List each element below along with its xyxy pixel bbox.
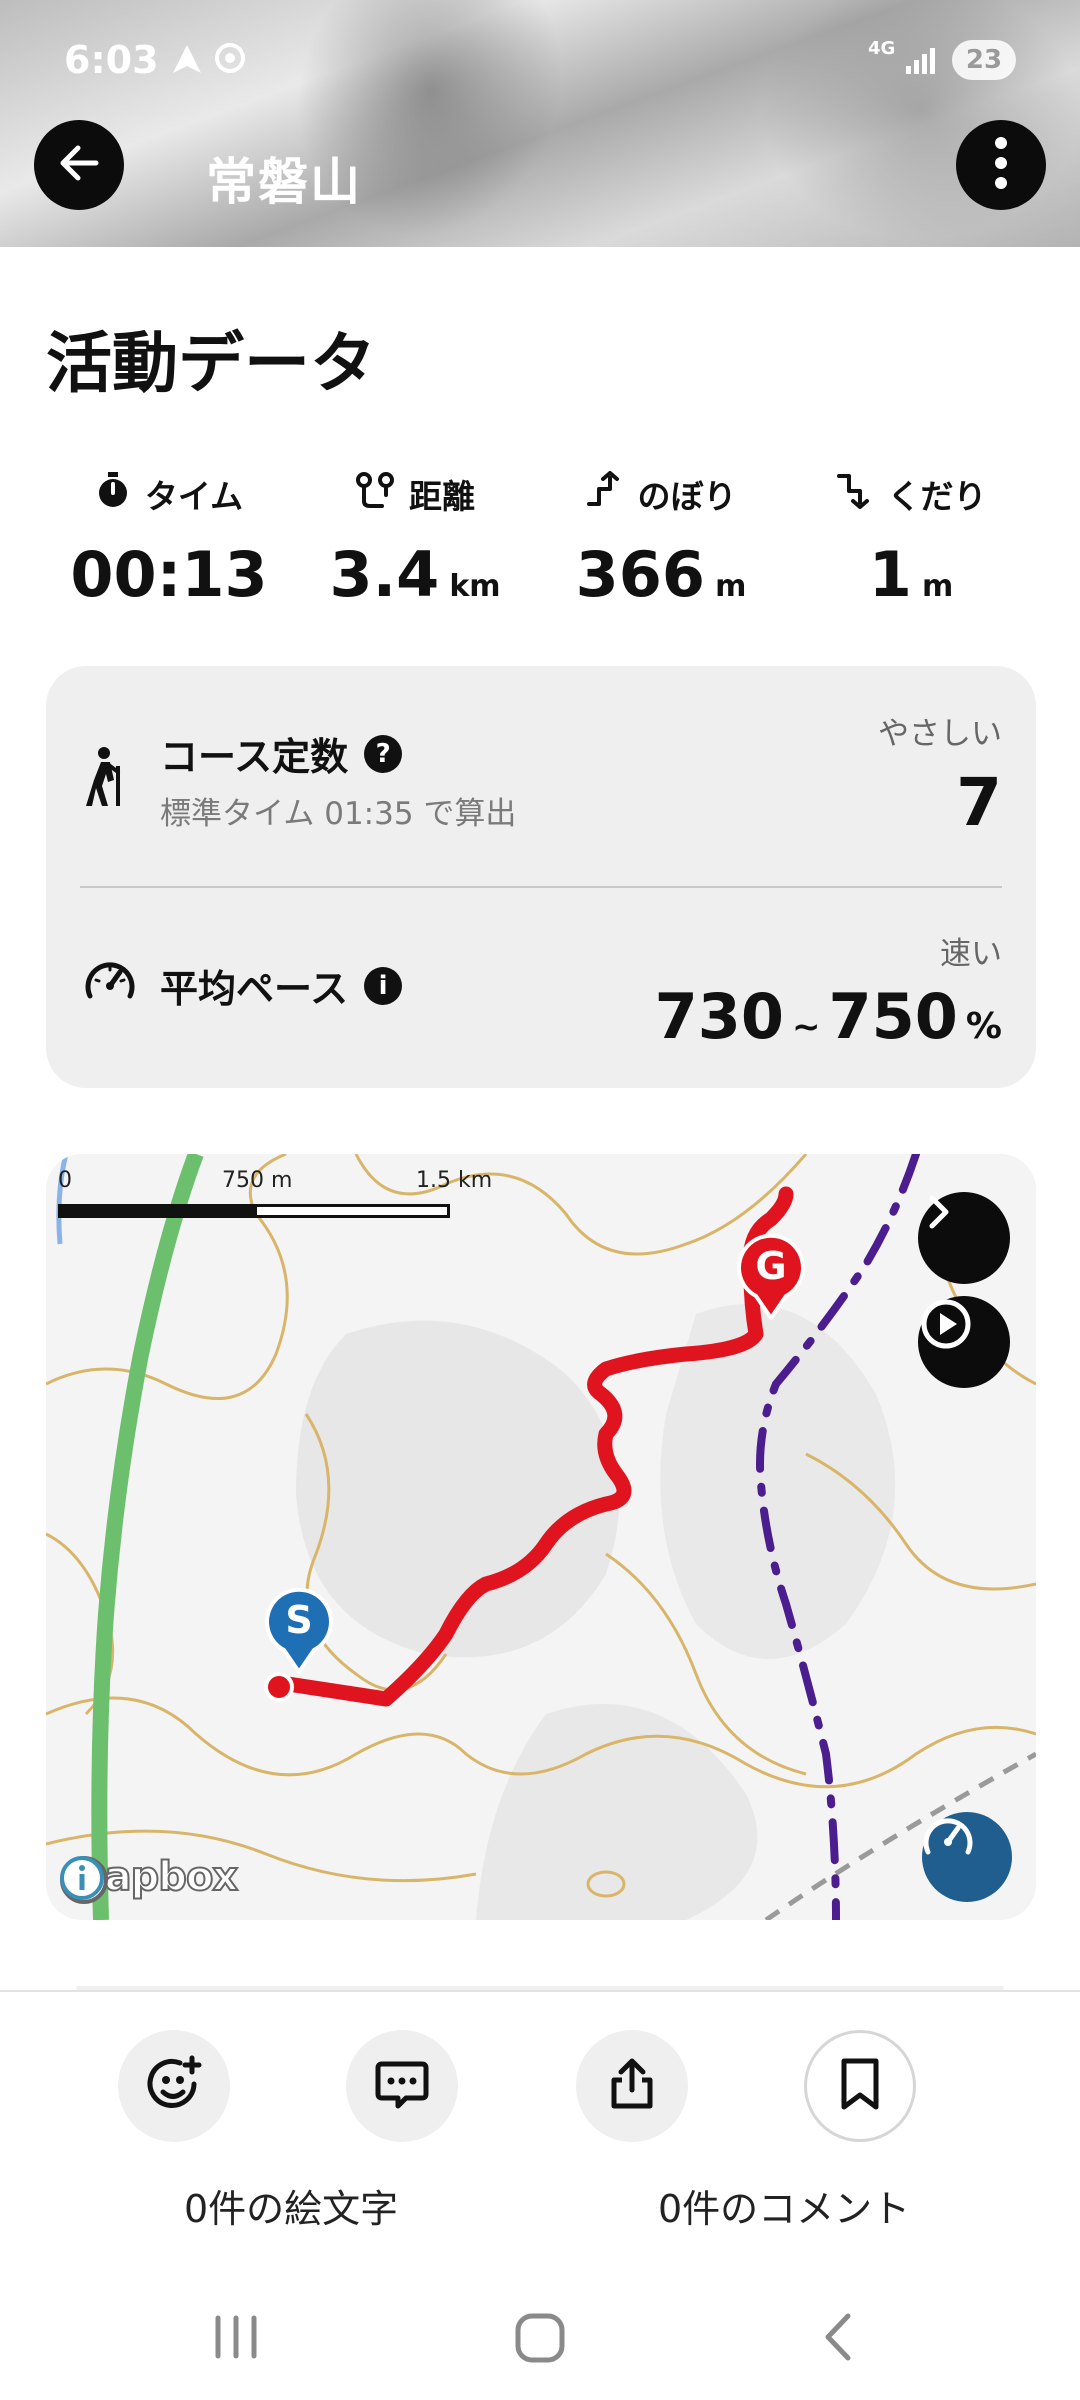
- signal-icon: [904, 44, 940, 80]
- scale-label-0: 0: [58, 1168, 72, 1193]
- stat-descent: くだり 1 m: [786, 470, 1036, 611]
- comment-count[interactable]: 0件のコメント: [658, 2178, 910, 2233]
- route-map[interactable]: 0 750 m 1.5 km S G mapbox: [46, 1154, 1036, 1920]
- stat-descent-unit: m: [921, 569, 954, 604]
- status-bar: 6:03 4G 23: [0, 0, 1080, 120]
- comment-icon: [374, 2056, 430, 2116]
- emoji-add-icon: [144, 2054, 204, 2118]
- navigation-arrow-icon: [170, 42, 204, 80]
- network-type: 4G: [868, 38, 896, 59]
- pace-range-separator: ~: [792, 1007, 821, 1047]
- map-expand-button[interactable]: [918, 1192, 1010, 1284]
- back-button[interactable]: [34, 120, 124, 210]
- emoji-count[interactable]: 0件の絵文字: [184, 2178, 398, 2233]
- status-time: 6:03: [64, 38, 159, 82]
- arrow-left-icon: [56, 140, 102, 190]
- recent-apps-button[interactable]: [204, 2310, 268, 2368]
- card-divider: [80, 886, 1002, 888]
- course-constant-rating: やさしい: [878, 716, 1002, 752]
- recent-apps-icon: [204, 2310, 268, 2368]
- stat-descent-label: くだり: [887, 477, 987, 516]
- bookmark-icon: [838, 2057, 882, 2115]
- battery-indicator: 23: [952, 40, 1016, 80]
- descent-icon: [836, 471, 874, 517]
- action-bar-divider: [0, 1990, 1080, 1992]
- chevron-left-icon: [808, 2310, 872, 2368]
- goal-marker-label: G: [755, 1244, 787, 1288]
- average-pace-range: 730 ~ 750 %: [655, 980, 1002, 1053]
- home-button[interactable]: [508, 2310, 572, 2368]
- comment-button[interactable]: [346, 2030, 458, 2142]
- stat-ascent-unit: m: [715, 569, 747, 604]
- scale-label-750m: 750 m: [222, 1168, 293, 1193]
- share-icon: [606, 2056, 658, 2116]
- info-icon[interactable]: i: [364, 966, 403, 1005]
- start-marker-label: S: [285, 1598, 313, 1642]
- pace-range-high: 750: [828, 980, 958, 1053]
- more-options-button[interactable]: [956, 120, 1046, 210]
- home-icon: [508, 2310, 572, 2368]
- stat-descent-value: 1: [868, 538, 912, 611]
- course-constant-value: 7: [956, 764, 1002, 841]
- hiker-icon: [84, 746, 128, 812]
- map-canvas: [46, 1154, 1036, 1920]
- stat-time: タイム 00:13: [44, 470, 294, 611]
- stat-distance-unit: km: [449, 569, 501, 604]
- stat-time-value: 00:13: [70, 538, 268, 611]
- course-constant-subtitle: 標準タイム 01:35 で算出: [160, 796, 517, 832]
- pace-range-low: 730: [654, 980, 784, 1053]
- speedometer-icon: [84, 956, 136, 1006]
- start-point: [264, 1672, 294, 1702]
- route-icon: [355, 471, 395, 517]
- course-constant-title: コース定数: [160, 735, 349, 779]
- average-pace-title-row: 平均ペース i: [160, 958, 403, 1013]
- stat-time-label: タイム: [144, 477, 244, 516]
- ascent-icon: [586, 471, 624, 517]
- course-summary-card: コース定数 ? 標準タイム 01:35 で算出 やさしい 7 平均ペース i 速…: [46, 666, 1036, 1088]
- map-pace-button[interactable]: [922, 1812, 1012, 1902]
- stat-ascent-value: 366: [575, 538, 706, 611]
- pace-unit: %: [965, 1006, 1002, 1047]
- system-navigation-bar: [0, 2280, 1080, 2400]
- stat-distance-label: 距離: [409, 477, 475, 516]
- help-icon[interactable]: ?: [364, 734, 403, 773]
- collapsed-sheet-edge: [76, 1986, 1004, 1990]
- stat-distance-value: 3.4: [329, 538, 440, 611]
- map-replay-button[interactable]: [918, 1296, 1010, 1388]
- stat-distance: 距離 3.4 km: [290, 470, 540, 611]
- stat-ascent-label: のぼり: [637, 477, 737, 516]
- back-nav-button[interactable]: [808, 2310, 872, 2368]
- page-title: 常磐山: [206, 153, 362, 211]
- more-vertical-icon: [991, 135, 1011, 195]
- stopwatch-icon: [95, 471, 131, 517]
- stat-ascent: のぼり 366 m: [536, 470, 786, 611]
- scale-label-1-5km: 1.5 km: [416, 1168, 493, 1193]
- share-button[interactable]: [576, 2030, 688, 2142]
- add-emoji-button[interactable]: [118, 2030, 230, 2142]
- activity-data-heading: 活動データ: [46, 325, 376, 402]
- average-pace-rating: 速い: [940, 936, 1002, 972]
- bookmark-button[interactable]: [804, 2030, 916, 2142]
- scale-bar: [58, 1204, 450, 1218]
- chrome-icon: [214, 42, 246, 78]
- course-constant-title-row: コース定数 ?: [160, 726, 403, 781]
- average-pace-title: 平均ペース: [160, 967, 349, 1011]
- mapbox-attribution: mapbox: [58, 1853, 257, 1904]
